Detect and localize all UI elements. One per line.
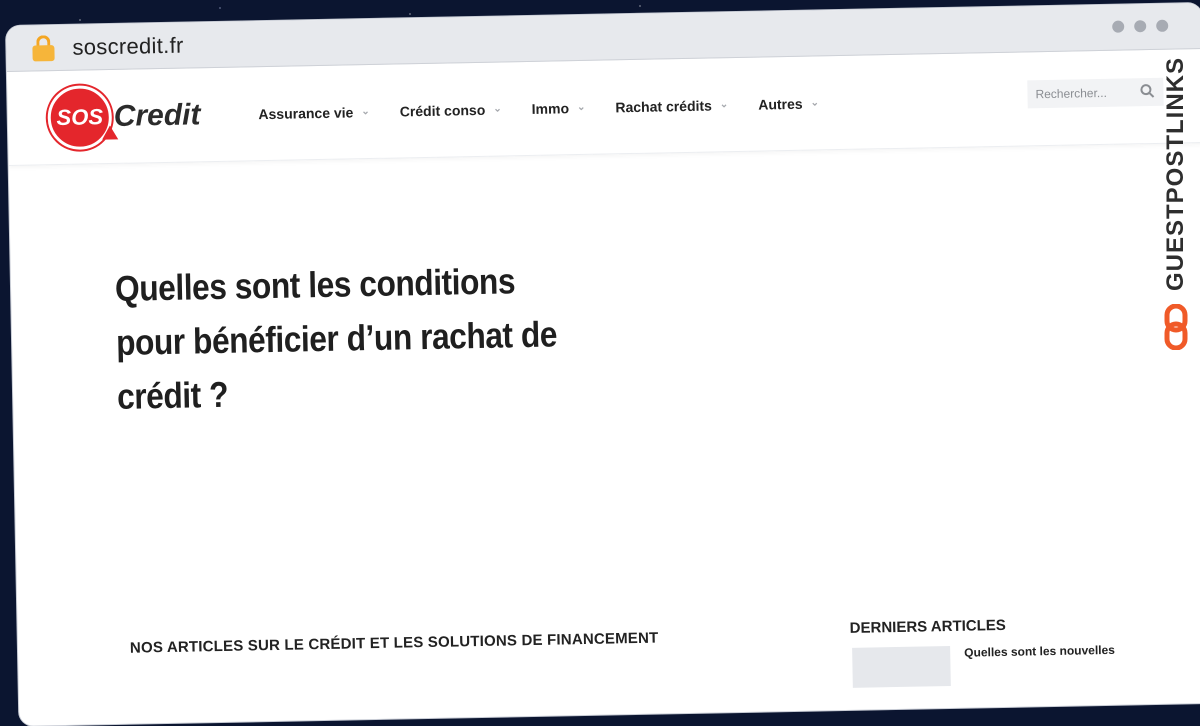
chevron-down-icon: ⌄ (493, 103, 502, 115)
nav-item-label: Crédit conso (399, 101, 486, 119)
lock-icon (32, 34, 55, 61)
search-icon[interactable] (1139, 83, 1155, 99)
latest-article-link[interactable]: Quelles sont les nouvelles (964, 643, 1115, 660)
hero: Quelles sont les conditions pour bénéfic… (115, 253, 578, 424)
logo-badge: SOS (47, 84, 113, 150)
article-thumbnail[interactable] (852, 645, 951, 688)
nav-item-label: Assurance vie (258, 103, 354, 122)
window-dot-icon[interactable] (1112, 20, 1125, 33)
nav-item-assurance-vie[interactable]: Assurance vie ⌄ (258, 104, 370, 122)
latest-articles-title: DERNIERS ARTICLES (849, 616, 1006, 637)
nav-item-credit-conso[interactable]: Crédit conso ⌄ (400, 101, 502, 119)
address-bar-url[interactable]: soscredit.fr (72, 32, 184, 60)
window-dot-icon[interactable] (1134, 20, 1147, 33)
search-input[interactable] (1035, 85, 1132, 102)
chevron-down-icon: ⌄ (810, 97, 820, 109)
nav-item-immo[interactable]: Immo ⌄ (531, 99, 586, 117)
nav-item-autres[interactable]: Autres ⌄ (758, 95, 819, 112)
chevron-down-icon: ⌄ (361, 106, 370, 118)
chain-link-icon (1164, 304, 1188, 350)
nav-item-label: Rachat crédits (615, 96, 713, 115)
main-nav: Assurance vie ⌄ Crédit conso ⌄ Immo ⌄ Ra… (258, 95, 819, 122)
articles-section-title: NOS ARTICLES SUR LE CRÉDIT ET LES SOLUTI… (129, 629, 659, 657)
watermark-text: GUESTPOSTLINKS (1162, 56, 1189, 292)
browser-window: soscredit.fr SOS Credit Assurance vie ⌄ … (6, 3, 1200, 726)
nav-item-label: Autres (758, 95, 803, 113)
nav-item-rachat-credits[interactable]: Rachat crédits ⌄ (615, 97, 728, 115)
window-dot-icon[interactable] (1156, 19, 1169, 32)
nav-item-label: Immo (531, 99, 570, 117)
chevron-down-icon: ⌄ (719, 99, 729, 111)
logo-wordmark: Credit (113, 97, 201, 133)
watermark: GUESTPOSTLINKS (1158, 54, 1194, 354)
window-controls (1112, 19, 1169, 33)
site-logo[interactable]: SOS Credit (47, 83, 201, 150)
page-title: Quelles sont les conditions pour bénéfic… (114, 260, 558, 417)
search-box (1027, 77, 1164, 109)
chevron-down-icon: ⌄ (576, 101, 586, 114)
